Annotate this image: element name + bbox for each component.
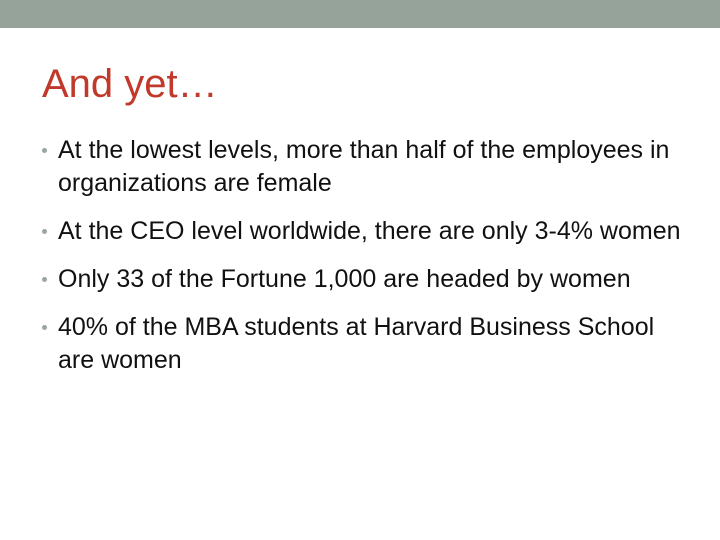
top-accent-band (0, 0, 720, 28)
bullet-text: Only 33 of the Fortune 1,000 are headed … (58, 265, 631, 293)
slide: And yet… At the lowest levels, more than… (0, 0, 720, 540)
bullet-text: At the lowest levels, more than half of … (58, 136, 670, 197)
bullet-dot-icon (42, 148, 47, 153)
bullet-dot-icon (42, 277, 47, 282)
bullet-item: At the lowest levels, more than half of … (42, 134, 682, 200)
bullet-item: Only 33 of the Fortune 1,000 are headed … (42, 263, 682, 296)
bullet-item: At the CEO level worldwide, there are on… (42, 215, 682, 248)
bullet-text: At the CEO level worldwide, there are on… (58, 217, 681, 245)
slide-title: And yet… (42, 62, 218, 106)
bullet-dot-icon (42, 229, 47, 234)
bullet-item: 40% of the MBA students at Harvard Busin… (42, 311, 682, 377)
bullet-list: At the lowest levels, more than half of … (42, 134, 682, 392)
bullet-text: 40% of the MBA students at Harvard Busin… (58, 313, 655, 374)
bullet-dot-icon (42, 325, 47, 330)
